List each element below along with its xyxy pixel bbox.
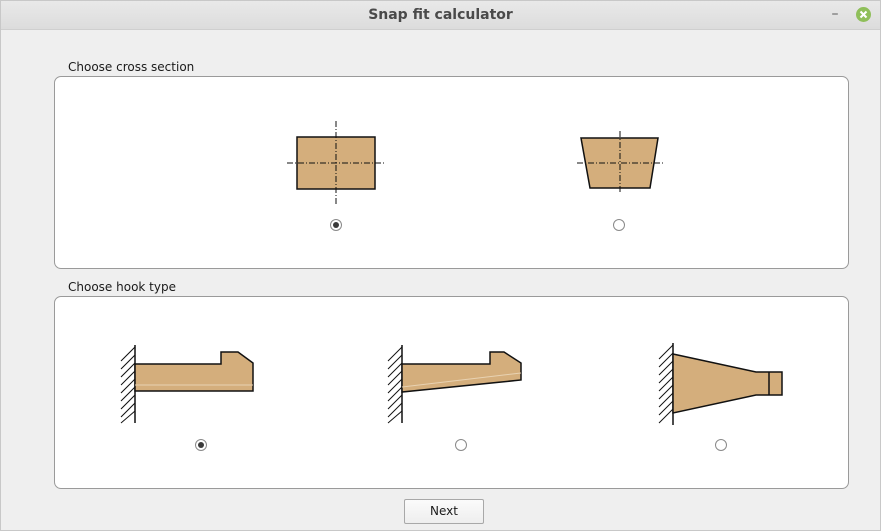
- hook-type-label: Choose hook type: [68, 280, 176, 294]
- straight-hook-icon[interactable]: [117, 343, 259, 425]
- trapezoid-section-icon[interactable]: [575, 129, 667, 195]
- next-button[interactable]: Next: [404, 499, 484, 524]
- hook-tapered-width-radio[interactable]: [715, 439, 727, 451]
- close-icon: [859, 10, 868, 19]
- hook-tapered-thickness-radio[interactable]: [455, 439, 467, 451]
- cross-section-trapezoid-radio[interactable]: [613, 219, 625, 231]
- window-title: Snap fit calculator: [368, 7, 513, 23]
- close-button[interactable]: [856, 7, 871, 22]
- tapered-width-hook-icon[interactable]: [651, 341, 787, 427]
- title-bar[interactable]: Snap fit calculator –: [1, 1, 880, 30]
- app-window: Snap fit calculator – Choose cross secti…: [0, 0, 881, 531]
- rectangle-section-icon[interactable]: [285, 119, 387, 207]
- cross-section-group: [54, 76, 849, 269]
- minimize-button[interactable]: –: [827, 5, 843, 23]
- cross-section-rectangle-radio[interactable]: [330, 219, 342, 231]
- hook-straight-radio[interactable]: [195, 439, 207, 451]
- cross-section-label: Choose cross section: [68, 60, 195, 74]
- tapered-thickness-hook-icon[interactable]: [382, 343, 526, 425]
